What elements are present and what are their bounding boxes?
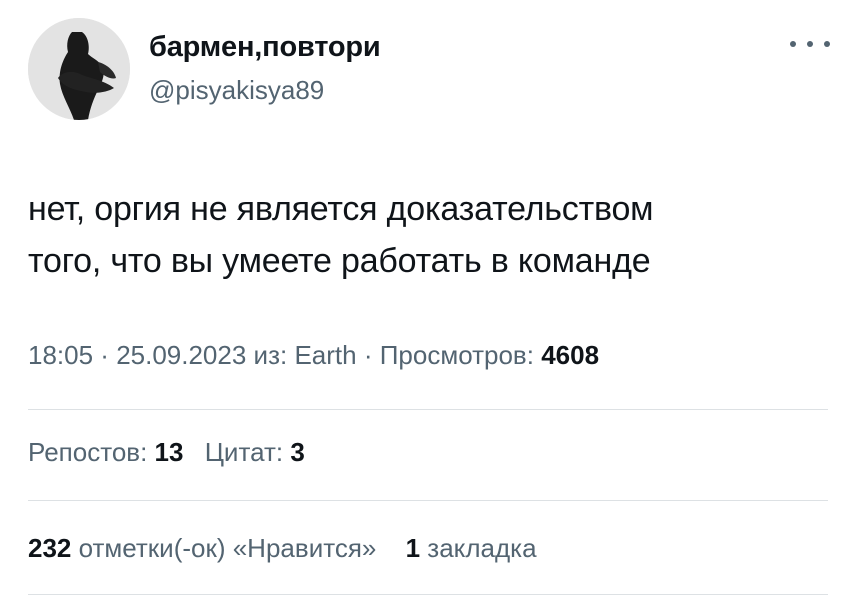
display-name[interactable]: бармен,повтори — [149, 31, 381, 64]
tweet-text-line: того, что вы умеете работать в команде — [28, 242, 651, 280]
tweet-source: Earth — [294, 340, 357, 370]
stats-row-likes: 232 отметки(-ок) «Нравится» 1 закладка — [28, 533, 537, 564]
meta-separator: · — [93, 340, 117, 370]
reposts-label: Репостов: — [28, 437, 155, 467]
stats-row-reposts: Репостов: 13 Цитат: 3 — [28, 437, 305, 468]
user-handle[interactable]: @pisyakisya89 — [149, 75, 324, 106]
divider — [28, 500, 828, 501]
views-count: 4608 — [541, 340, 600, 370]
meta-separator: · — [356, 340, 380, 370]
views-label: Просмотров: — [379, 340, 542, 370]
more-options-button[interactable] — [790, 32, 830, 56]
tweet-date[interactable]: 25.09.2023 — [116, 340, 246, 370]
likes-stat[interactable]: 232 отметки(-ок) «Нравится» — [28, 533, 376, 564]
source-prefix: из: — [246, 340, 295, 370]
quotes-label: Цитат: — [204, 437, 291, 467]
tweet-text-line: нет, оргия не является доказательством — [28, 190, 654, 228]
reposts-count: 13 — [154, 437, 184, 467]
tweet-meta: 18:05 · 25.09.2023 из: Earth · Просмотро… — [28, 340, 599, 371]
reposts-stat[interactable]: Репостов: 13 — [28, 437, 183, 468]
quotes-count: 3 — [290, 437, 305, 467]
more-horizontal-icon — [790, 41, 796, 47]
divider — [28, 594, 828, 595]
more-horizontal-icon-dot — [807, 41, 813, 47]
bookmarks-count: 1 — [405, 533, 421, 563]
quotes-stat[interactable]: Цитат: 3 — [205, 437, 305, 468]
bookmarks-label: закладка — [420, 533, 537, 563]
likes-label: отметки(-ок) «Нравится» — [71, 533, 377, 563]
more-horizontal-icon-dot — [824, 41, 830, 47]
bookmarks-stat[interactable]: 1 закладка — [406, 533, 537, 564]
avatar-image — [28, 18, 130, 120]
tweet-time[interactable]: 18:05 — [28, 340, 93, 370]
tweet-text: нет, оргия не является доказательством т… — [28, 183, 828, 287]
divider — [28, 409, 828, 410]
likes-count: 232 — [28, 533, 72, 563]
avatar[interactable] — [28, 18, 130, 120]
